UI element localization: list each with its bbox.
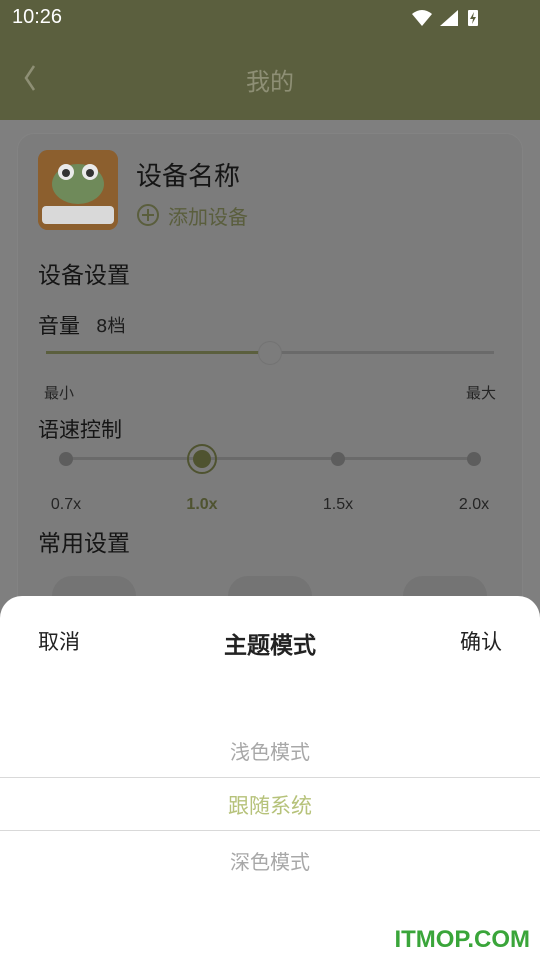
volume-slider-thumb[interactable] <box>259 342 281 364</box>
picker-option-dark[interactable]: 深色模式 <box>0 846 540 875</box>
confirm-button[interactable]: 确认 <box>460 626 502 656</box>
status-icons <box>412 10 478 26</box>
device-avatar[interactable] <box>38 150 118 230</box>
picker-divider-top <box>0 777 540 778</box>
speed-stop-1[interactable] <box>187 444 217 474</box>
speed-tick-label: 2.0x <box>458 496 490 513</box>
page-title: 我的 <box>246 68 294 96</box>
plus-circle-icon <box>137 204 159 226</box>
speed-stop-2[interactable] <box>331 452 345 466</box>
volume-label: 音量 <box>38 314 80 338</box>
volume-min-label: 最小 <box>44 384 75 402</box>
status-time: 10:26 <box>12 6 63 28</box>
volume-max-label: 最大 <box>465 384 496 402</box>
sheet-title: 主题模式 <box>224 633 316 659</box>
status-bar: 10:26 <box>0 0 540 36</box>
picker-option-light[interactable]: 浅色模式 <box>0 736 540 765</box>
signal-icon <box>440 10 458 26</box>
speed-tick-label: 1.5x <box>322 496 354 513</box>
add-device-button[interactable]: 添加设备 <box>136 200 248 230</box>
device-name: 设备名称 <box>136 162 241 192</box>
picker-divider-bottom <box>0 830 540 831</box>
speed-slider-track[interactable] <box>66 457 474 460</box>
speed-stop-0[interactable] <box>59 452 73 466</box>
picker-option-selected[interactable]: 跟随系统 <box>0 790 540 820</box>
device-settings-title: 设备设置 <box>38 263 130 289</box>
wifi-icon <box>412 10 432 26</box>
speed-tick-label-selected: 1.0x <box>186 496 218 513</box>
add-device-label: 添加设备 <box>168 204 248 229</box>
device-card: 设备名称 添加设备 设备设置 音量 8档 最小 最大 语速控制 0.7x 1.0… <box>18 134 522 654</box>
theme-picker-sheet: 取消 主题模式 确认 浅色模式 跟随系统 深色模式 ITMOP.COM <box>0 596 540 960</box>
frog-logo-icon <box>38 150 118 230</box>
volume-slider-fill <box>46 351 270 354</box>
speed-tick-label: 0.7x <box>50 496 82 513</box>
speed-label: 语速控制 <box>38 418 122 442</box>
watermark: ITMOP.COM <box>394 926 530 953</box>
volume-value: 8档 <box>96 316 126 337</box>
common-settings-title: 常用设置 <box>38 531 130 557</box>
speed-stop-3[interactable] <box>467 452 481 466</box>
app-bar: 我的 <box>0 36 540 120</box>
